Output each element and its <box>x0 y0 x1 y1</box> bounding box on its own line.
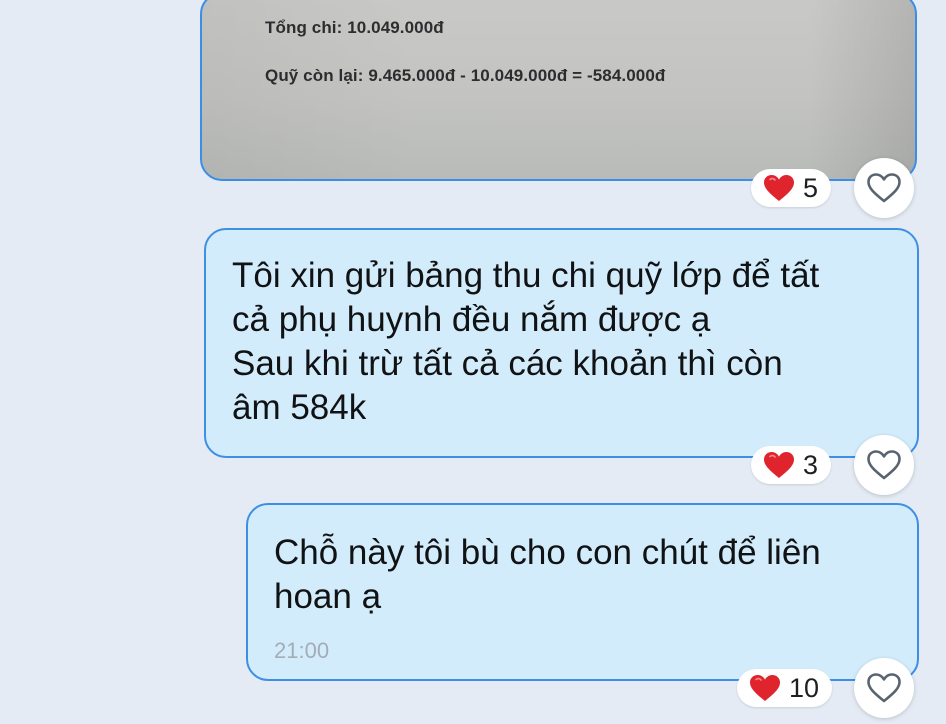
reaction-pill[interactable]: 10 <box>737 669 832 707</box>
photo-message[interactable]: Tổng chi: 10.049.000đ Quỹ còn lại: 9.465… <box>200 0 917 181</box>
message-timestamp: 21:00 <box>274 638 330 663</box>
message-bubble[interactable]: Tôi xin gửi bảng thu chi quỹ lớp để tất … <box>204 228 919 458</box>
message-text: Chỗ này tôi bù cho con chút để liên hoan… <box>274 533 821 616</box>
message-bubble[interactable]: Chỗ này tôi bù cho con chút để liên hoan… <box>246 503 919 681</box>
photo-text-total: Tổng chi: 10.049.000đ <box>265 18 444 37</box>
reaction-pill[interactable]: 3 <box>751 446 831 484</box>
photo-text-remaining: Quỹ còn lại: 9.465.000đ - 10.049.000đ = … <box>265 66 666 85</box>
heart-outline-icon <box>867 173 901 203</box>
reaction-count: 3 <box>803 449 819 480</box>
message-text: Tôi xin gửi bảng thu chi quỹ lớp để tất … <box>232 256 820 427</box>
heart-outline-icon <box>867 673 901 703</box>
red-heart-icon <box>764 175 794 201</box>
heart-outline-icon <box>867 450 901 480</box>
reaction-count: 10 <box>789 672 820 703</box>
red-heart-icon <box>750 675 780 701</box>
red-heart-icon <box>764 452 794 478</box>
reaction-pill[interactable]: 5 <box>751 169 831 207</box>
like-button[interactable] <box>854 158 914 218</box>
reaction-count: 5 <box>803 172 819 203</box>
like-button[interactable] <box>854 435 914 495</box>
like-button[interactable] <box>854 658 914 718</box>
